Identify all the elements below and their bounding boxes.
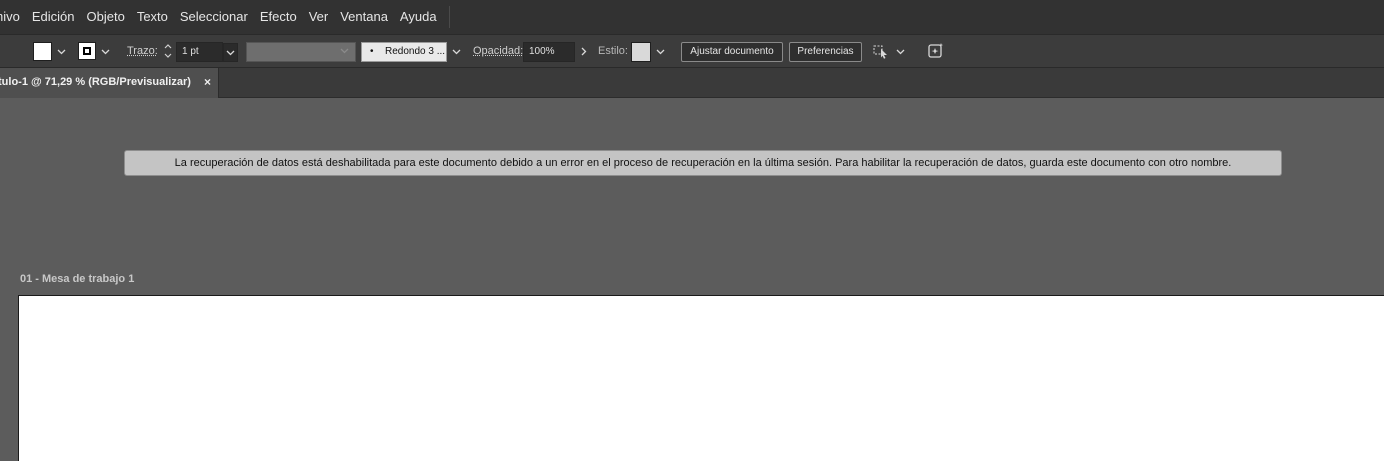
chevron-down-icon[interactable] bbox=[98, 42, 113, 61]
chevron-down-icon[interactable] bbox=[223, 43, 238, 62]
menu-edit[interactable]: Edición bbox=[26, 0, 81, 34]
menu-separator bbox=[448, 6, 450, 28]
stroke-label[interactable]: Trazo: bbox=[127, 45, 158, 57]
menu-help[interactable]: Ayuda bbox=[394, 0, 443, 34]
stroke-swatch-icon bbox=[83, 47, 91, 55]
recolor-icon[interactable] bbox=[927, 42, 945, 65]
close-icon[interactable]: × bbox=[204, 75, 211, 89]
arrange-icon[interactable] bbox=[872, 42, 890, 65]
adjust-document-button[interactable]: Ajustar documento bbox=[681, 42, 783, 62]
document-tab-title: tulo-1 @ 71,29 % (RGB/Previsualizar) bbox=[0, 76, 191, 88]
preferences-button[interactable]: Preferencias bbox=[789, 42, 862, 62]
stroke-weight-field[interactable]: 1 pt bbox=[176, 42, 223, 62]
spinner-icon[interactable] bbox=[160, 42, 176, 62]
opacity-label[interactable]: Opacidad: bbox=[473, 45, 523, 57]
brush-definition-field[interactable]: • Redondo 3 ... bbox=[361, 42, 447, 62]
document-tab-bar: tulo-1 @ 71,29 % (RGB/Previsualizar) × bbox=[0, 68, 1384, 98]
menu-window[interactable]: Ventana bbox=[334, 0, 394, 34]
menu-bar: hivo Edición Objeto Texto Seleccionar Ef… bbox=[0, 0, 1384, 34]
opacity-field[interactable]: 100% bbox=[523, 42, 575, 62]
chevron-down-icon[interactable] bbox=[653, 42, 668, 61]
chevron-down-icon[interactable] bbox=[340, 42, 349, 62]
menu-text[interactable]: Texto bbox=[131, 0, 174, 34]
stroke-swatch[interactable] bbox=[78, 42, 96, 60]
menu-effect[interactable]: Efecto bbox=[254, 0, 303, 34]
graphic-style-swatch[interactable] bbox=[631, 42, 651, 62]
menu-select[interactable]: Seleccionar bbox=[174, 0, 254, 34]
style-label: Estilo: bbox=[598, 45, 628, 57]
control-bar: Trazo: 1 pt • Redondo 3 ... Opacidad: 10… bbox=[0, 34, 1384, 68]
fill-swatch[interactable] bbox=[33, 42, 52, 61]
artboard-label[interactable]: 01 - Mesa de trabajo 1 bbox=[20, 273, 134, 285]
brush-dot-icon: • bbox=[370, 46, 374, 57]
chevron-right-icon[interactable] bbox=[576, 42, 591, 61]
chevron-down-icon[interactable] bbox=[449, 42, 464, 61]
chevron-down-icon[interactable] bbox=[893, 42, 908, 61]
brush-name: Redondo 3 ... bbox=[385, 46, 446, 57]
menu-object[interactable]: Objeto bbox=[81, 0, 131, 34]
canvas-area[interactable]: La recuperación de datos está deshabilit… bbox=[0, 98, 1384, 461]
chevron-down-icon[interactable] bbox=[54, 42, 69, 61]
menu-view[interactable]: Ver bbox=[303, 0, 335, 34]
menu-file[interactable]: hivo bbox=[0, 0, 26, 34]
document-tab[interactable]: tulo-1 @ 71,29 % (RGB/Previsualizar) × bbox=[0, 68, 219, 98]
artboard[interactable] bbox=[18, 295, 1384, 461]
recovery-notice: La recuperación de datos está deshabilit… bbox=[124, 150, 1282, 176]
